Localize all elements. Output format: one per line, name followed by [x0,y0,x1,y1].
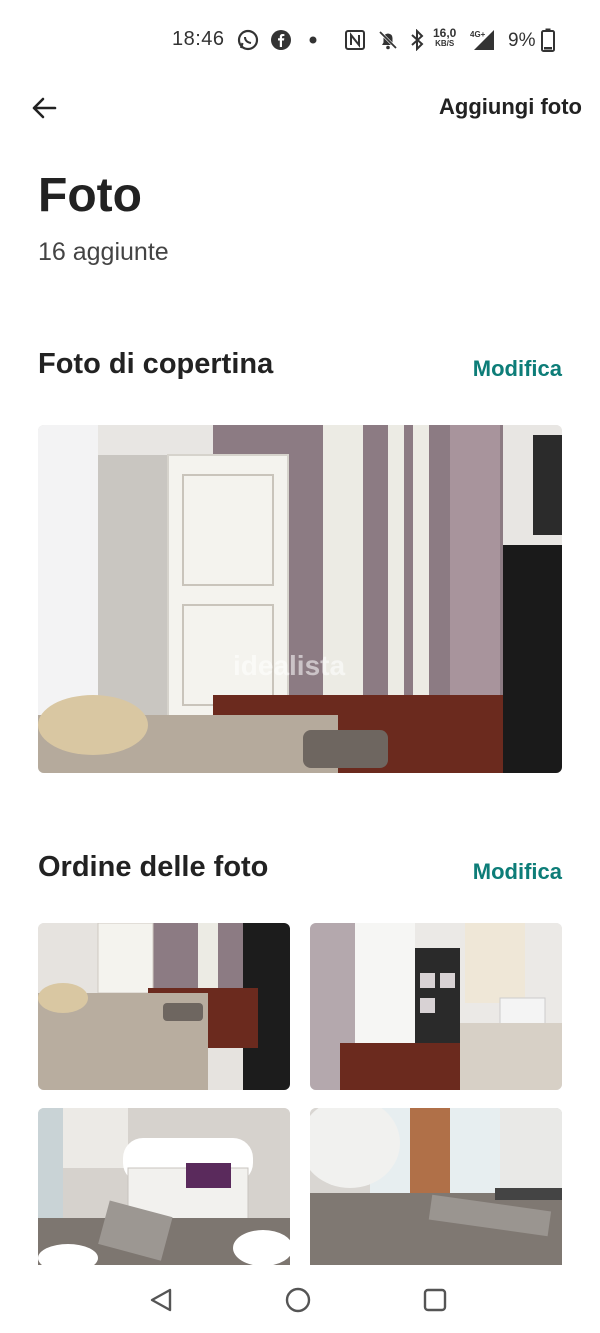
dot-icon [306,28,320,52]
bathroom-shower-photo[interactable] [310,1108,562,1265]
bluetooth-icon [409,28,425,52]
cover-photo[interactable]: idealista [38,425,562,773]
arrow-left-icon [32,97,57,119]
order-edit-button[interactable]: Modifica [473,859,562,885]
nav-back-icon[interactable] [144,1283,178,1317]
status-time: 18:46 [172,28,225,50]
cover-section-title: Foto di copertina [38,348,274,380]
nav-recent-icon[interactable] [418,1283,452,1317]
order-section-title: Ordine delle foto [38,851,269,883]
battery-percent: 9% [508,30,536,51]
speed-value: 16,0 [433,26,457,40]
battery-icon [540,28,556,52]
network-speed: 16,0 KB/S [433,27,456,48]
mute-icon [377,28,399,52]
network-type: 4G+ [470,30,486,39]
whatsapp-icon [236,28,260,52]
navigation-bar [0,1265,600,1333]
page-subtitle: 16 aggiunte [38,238,169,266]
nav-home-icon[interactable] [281,1283,315,1317]
page-title: Foto [38,169,142,222]
speed-unit: KB/S [435,39,455,48]
facebook-icon [270,28,292,52]
back-button[interactable] [26,90,62,126]
add-photo-button[interactable]: Aggiungi foto [439,94,582,120]
nfc-icon [345,28,365,52]
status-bar: 18:46 16,0 KB/S 4G+ 9% [0,0,600,80]
watermark: idealista [233,650,345,681]
signal-icon: 4G+ [470,28,496,52]
bathroom-sink-photo[interactable] [38,1108,290,1265]
bedroom-wardrobe-photo[interactable] [38,923,290,1090]
bedroom-window-photo[interactable] [310,923,562,1090]
cover-edit-button[interactable]: Modifica [473,356,562,382]
